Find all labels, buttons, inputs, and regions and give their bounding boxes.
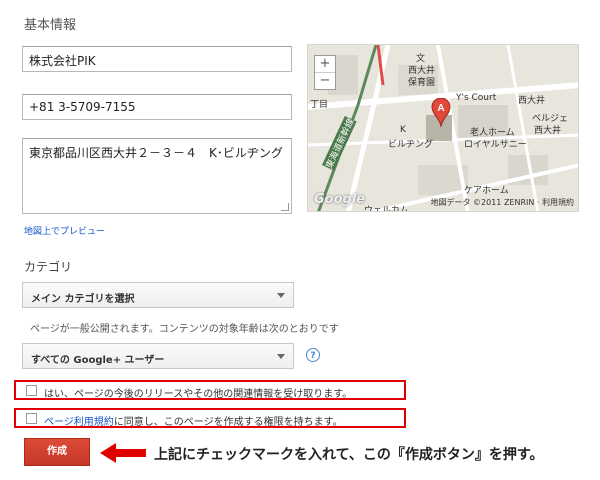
map-zoom-control: + −: [314, 55, 336, 90]
category-label: カテゴリ: [24, 260, 73, 274]
preview-on-map-link[interactable]: 地図上でプレビュー: [24, 224, 105, 237]
category-select[interactable]: メイン カテゴリを選択: [22, 282, 294, 308]
zoom-in-button[interactable]: +: [315, 56, 335, 72]
map-marker-icon[interactable]: A: [431, 98, 451, 128]
map-label: ウェルカム: [364, 206, 409, 212]
chevron-down-icon: [277, 293, 285, 298]
updates-checkbox[interactable]: [26, 385, 37, 396]
phone-field[interactable]: +81 3-5709-7155: [22, 94, 292, 120]
map-label: 西大井: [534, 126, 562, 136]
business-name-field[interactable]: 株式会社PIK: [22, 46, 292, 72]
updates-checkbox-label: はい、ページの今後のリリースやその他の関連情報を受け取ります。: [44, 389, 353, 400]
arrow-left-icon: [100, 443, 146, 463]
terms-link[interactable]: ページ利用規約: [44, 417, 114, 428]
terms-rest-text: に同意し、このページを作成する権限を持ちます。: [113, 417, 343, 428]
map-label: ビルヂング: [388, 140, 434, 150]
terms-checkbox[interactable]: [26, 413, 37, 424]
highlight-box-1: はい、ページの今後のリリースやその他の関連情報を受け取ります。: [14, 380, 406, 400]
google-logo: Google: [314, 192, 366, 207]
map-label: 保育園: [408, 78, 436, 88]
chevron-down-icon: [277, 354, 285, 359]
map-label: 西大井: [518, 96, 546, 106]
audience-select[interactable]: すべての Google+ ユーザー: [22, 343, 294, 369]
resize-handle[interactable]: [281, 203, 289, 211]
instruction-annotation: 上記にチェックマークを入れて、この『作成ボタン』を押す。: [154, 447, 544, 463]
audience-description: ページが一般公開されます。コンテンツの対象年齢は次のとおりです: [30, 324, 339, 335]
help-icon[interactable]: ?: [306, 348, 320, 362]
address-text: 東京都品川区西大井２－３－４ K･ビルヂング: [29, 146, 283, 160]
section-title: 基本情報: [24, 18, 77, 33]
terms-checkbox-label: ページ利用規約に同意し、このページを作成する権限を持ちます。: [44, 413, 343, 428]
create-button[interactable]: 作成: [24, 438, 90, 466]
map-label: Y's Court: [456, 93, 497, 103]
category-select-value: メイン カテゴリを選択: [31, 294, 135, 305]
audience-select-value: すべての Google+ ユーザー: [31, 355, 165, 366]
highlight-box-2: ページ利用規約に同意し、このページを作成する権限を持ちます。: [14, 408, 406, 428]
map-label: 丁目: [310, 100, 329, 110]
marker-letter: A: [437, 103, 444, 114]
address-field[interactable]: 東京都品川区西大井２－３－４ K･ビルヂング: [22, 138, 292, 214]
map-attribution[interactable]: 地図データ ©2011 ZENRIN · 利用規約: [431, 197, 575, 208]
zoom-out-button[interactable]: −: [315, 72, 335, 89]
map-label: ロイヤルサニー: [464, 140, 527, 150]
map-preview[interactable]: + − A 文 西大井 保育園 丁目 Y's Court 西大井 ベルジェ 西大…: [307, 44, 579, 212]
map-label: K: [400, 125, 406, 135]
map-label: ケアホーム: [464, 186, 509, 196]
